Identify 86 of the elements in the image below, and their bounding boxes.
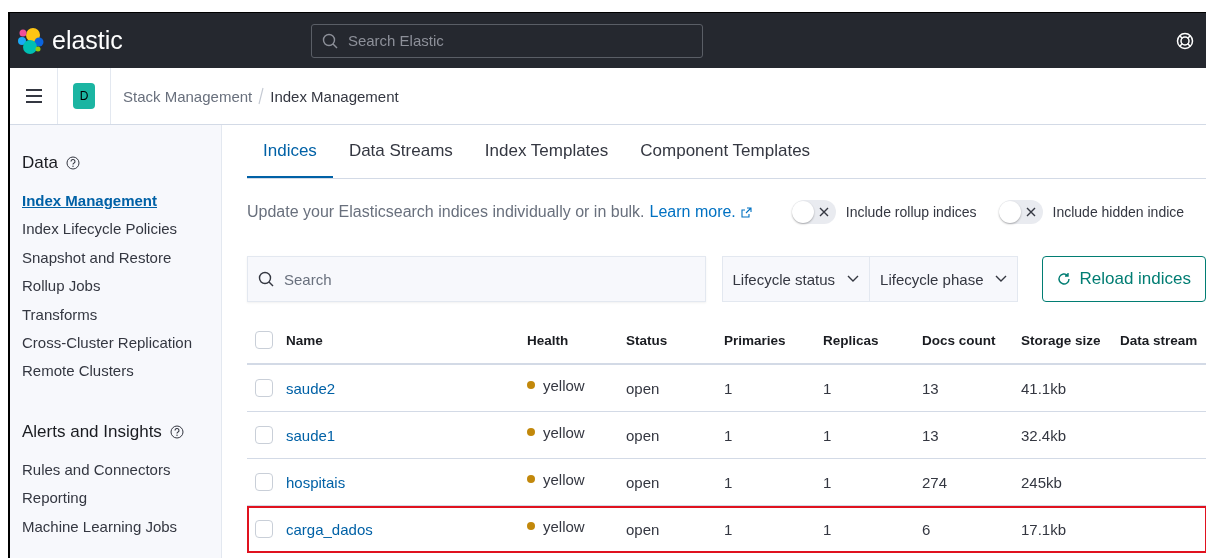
switch-label: Include rollup indices — [845, 204, 977, 220]
search-icon — [321, 32, 338, 49]
sidebar-item[interactable]: Remote Clusters — [22, 357, 221, 386]
breadcrumb: Index Management — [270, 87, 399, 105]
separator-icon — [258, 87, 265, 105]
table-cell-text: 1 — [724, 379, 734, 397]
table-cell-text: 1 — [823, 426, 833, 444]
sidebar-heading: Data — [22, 153, 58, 173]
close-icon — [1025, 207, 1036, 217]
chevron-down-icon — [847, 275, 860, 283]
tab[interactable]: Indices — [247, 125, 333, 178]
space-avatar[interactable]: D — [73, 83, 95, 109]
filter-button[interactable]: Lifecycle status — [722, 257, 870, 301]
reload-button[interactable]: Reload indices — [1042, 256, 1206, 302]
tab[interactable]: Component Templates — [624, 125, 827, 178]
sidebar-item[interactable]: Machine Learning Jobs — [22, 512, 221, 542]
table-cell-text: 6 — [922, 520, 932, 538]
checkbox[interactable] — [255, 379, 273, 397]
table-cell-text: 1 — [823, 473, 833, 491]
table-cell-text: 245kb — [1021, 473, 1063, 491]
toggle-switch[interactable] — [998, 200, 1043, 224]
index-name-link[interactable]: carga_dados — [286, 520, 373, 538]
table-cell-text: open — [626, 473, 661, 491]
column-header[interactable]: Status — [626, 332, 724, 348]
refresh-icon — [1057, 272, 1072, 286]
tab[interactable]: Index Templates — [468, 125, 625, 178]
table-cell-text: 274 — [922, 473, 949, 491]
search-icon — [258, 271, 274, 287]
sidebar-item[interactable]: Reporting — [22, 484, 221, 513]
index-name-link[interactable]: hospitais — [286, 473, 346, 491]
logo-icon[interactable] — [18, 26, 44, 55]
sidebar-item[interactable]: Rules and Connectors — [22, 455, 221, 485]
health-text: yellow — [543, 423, 585, 441]
help-icon[interactable] — [65, 156, 80, 170]
table-cell-text: 1 — [823, 379, 833, 397]
column-header[interactable]: Data stream — [1120, 332, 1206, 348]
index-name-link[interactable]: saude2 — [286, 379, 336, 397]
learn-more-link[interactable]: Learn more. — [649, 203, 752, 221]
column-header[interactable]: Docs count — [922, 332, 1021, 348]
description-text: Update your Elasticsearch indices individually or in bulk. — [247, 203, 645, 221]
sidebar-item[interactable]: Snapshot and Restore — [22, 243, 221, 273]
health-text: yellow — [543, 376, 585, 394]
table-cell-text: open — [626, 379, 661, 397]
sidebar-item[interactable]: Cross-Cluster Replication — [22, 329, 221, 358]
search-field[interactable]: Search Elastic — [310, 23, 703, 58]
column-header[interactable]: Primaries — [724, 332, 823, 348]
health-text: yellow — [543, 470, 585, 488]
table-cell-text: 17.1kb — [1021, 520, 1068, 538]
sidebar-item[interactable]: Transforms — [22, 300, 221, 330]
help-icon[interactable] — [169, 424, 184, 439]
toggle-switch[interactable] — [791, 200, 836, 224]
table-cell-text: 1 — [724, 426, 734, 444]
menu-icon[interactable] — [25, 89, 42, 103]
table-cell-text: 13 — [922, 426, 940, 444]
column-header[interactable]: Health — [527, 332, 626, 348]
checkbox[interactable] — [255, 426, 273, 444]
table-cell-text: 1 — [823, 520, 833, 538]
index-name-link[interactable]: saude1 — [286, 426, 336, 444]
table-cell-text: 1 — [724, 473, 734, 491]
sidebar-item[interactable]: Index Lifecycle Policies — [22, 215, 221, 244]
table-cell-text: 32.4kb — [1021, 426, 1068, 444]
checkbox[interactable] — [255, 331, 273, 349]
checkbox[interactable] — [255, 520, 273, 538]
checkbox[interactable] — [255, 473, 273, 491]
sidebar-item[interactable]: Index Management — [22, 187, 221, 216]
column-header[interactable]: Replicas — [823, 332, 922, 348]
table-cell-text: open — [626, 520, 661, 538]
tab[interactable]: Data Streams — [332, 125, 469, 178]
search-field[interactable]: Search Elastic — [345, 31, 692, 50]
column-header[interactable]: Storage size — [1021, 332, 1120, 348]
health-text: yellow — [543, 517, 585, 535]
breadcrumb[interactable]: Stack Management — [123, 87, 253, 105]
chevron-down-icon — [995, 275, 1008, 283]
table-cell-text: 1 — [724, 520, 734, 538]
column-header[interactable]: Name — [286, 332, 527, 348]
close-icon — [818, 207, 829, 217]
brand-name: elastic — [52, 26, 123, 55]
sidebar-item[interactable]: Rollup Jobs — [22, 272, 221, 301]
switch-label: Include hidden indice — [1052, 204, 1185, 220]
table-cell-text: open — [626, 426, 661, 444]
search-field[interactable]: Search — [282, 269, 695, 289]
table-cell-text: 13 — [922, 379, 940, 397]
filter-button[interactable]: Lifecycle phase — [869, 257, 1018, 301]
external-link-icon — [740, 206, 752, 218]
sidebar-heading: Alerts and Insights — [22, 421, 162, 442]
table-cell-text: 41.1kb — [1021, 379, 1068, 397]
